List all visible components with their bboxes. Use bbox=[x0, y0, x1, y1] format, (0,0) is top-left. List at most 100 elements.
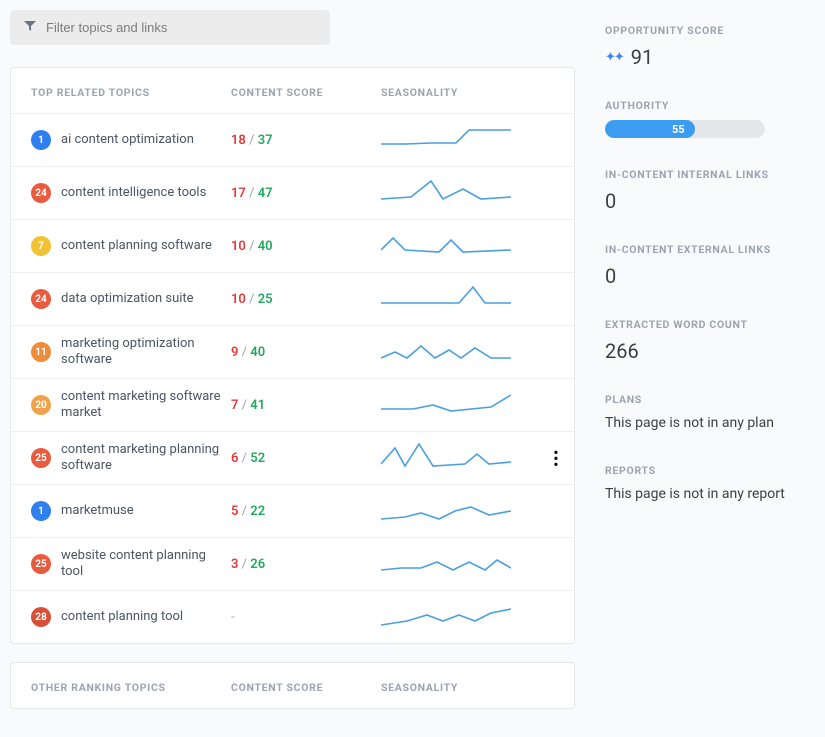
table-row[interactable]: 25 content marketing planning software 6… bbox=[11, 431, 574, 484]
content-score: 3 / 26 bbox=[231, 557, 381, 572]
table-row[interactable]: 25 website content planning tool 3 / 26 … bbox=[11, 537, 574, 590]
external-links-label: IN-CONTENT EXTERNAL LINKS bbox=[605, 243, 815, 256]
rank-badge: 1 bbox=[31, 501, 51, 521]
content-score-target: 52 bbox=[250, 451, 265, 466]
rank-badge: 25 bbox=[31, 448, 51, 468]
authority-fill: 55 bbox=[605, 120, 695, 138]
seasonality-sparkline bbox=[381, 493, 544, 529]
seasonality-sparkline bbox=[381, 281, 544, 317]
filter-icon bbox=[24, 21, 36, 34]
rank-badge: 24 bbox=[31, 183, 51, 203]
table-row[interactable]: 7 content planning software 10 / 40 ••• bbox=[11, 219, 574, 272]
opportunity-score-block: OPPORTUNITY SCORE ✦✦ 91 bbox=[605, 24, 815, 69]
col-topics: TOP RELATED TOPICS bbox=[31, 86, 231, 99]
opportunity-score-label: OPPORTUNITY SCORE bbox=[605, 24, 815, 37]
seasonality-sparkline bbox=[381, 440, 544, 476]
seasonality-sparkline bbox=[381, 175, 544, 211]
content-score-target: 37 bbox=[258, 133, 273, 148]
topic-name: ai content optimization bbox=[61, 132, 194, 148]
filter-bar[interactable] bbox=[10, 10, 330, 45]
authority-bar: 55 bbox=[605, 120, 765, 138]
content-score-current: 5 bbox=[231, 504, 238, 519]
reports-label: REPORTS bbox=[605, 464, 815, 477]
external-links-block: IN-CONTENT EXTERNAL LINKS 0 bbox=[605, 243, 815, 288]
topic-name: website content planning tool bbox=[61, 548, 231, 581]
content-score: 9 / 40 bbox=[231, 345, 381, 360]
rank-badge: 24 bbox=[31, 289, 51, 309]
col-seasonality: SEASONALITY bbox=[381, 681, 554, 694]
content-score-target: 40 bbox=[258, 239, 273, 254]
table-row[interactable]: 1 ai content optimization 18 / 37 ••• bbox=[11, 113, 574, 166]
plans-label: PLANS bbox=[605, 393, 815, 406]
plans-value: This page is not in any plan bbox=[605, 414, 815, 434]
opportunity-score-value: 91 bbox=[631, 45, 653, 69]
content-score-current: 6 bbox=[231, 451, 238, 466]
topic-name: content marketing software market bbox=[61, 389, 231, 422]
topic-name: content planning software bbox=[61, 238, 212, 254]
rank-badge: 11 bbox=[31, 342, 51, 362]
authority-block: AUTHORITY 55 bbox=[605, 99, 815, 138]
word-count-block: EXTRACTED WORD COUNT 266 bbox=[605, 318, 815, 363]
col-other-topics: OTHER RANKING TOPICS bbox=[31, 681, 231, 694]
top-related-topics-panel: TOP RELATED TOPICS CONTENT SCORE SEASONA… bbox=[10, 67, 575, 644]
topic-name: data optimization suite bbox=[61, 291, 194, 307]
rank-badge: 28 bbox=[31, 607, 51, 627]
table-row[interactable]: 1 marketmuse 5 / 22 ••• bbox=[11, 484, 574, 537]
internal-links-label: IN-CONTENT INTERNAL LINKS bbox=[605, 168, 815, 181]
content-score-current: - bbox=[231, 610, 235, 625]
table-row[interactable]: 28 content planning tool - ••• bbox=[11, 590, 574, 643]
rank-badge: 20 bbox=[31, 395, 51, 415]
topic-name: marketing optimization software bbox=[61, 336, 231, 369]
col-content-score: CONTENT SCORE bbox=[231, 86, 381, 99]
seasonality-sparkline bbox=[381, 387, 544, 423]
topic-name: content planning tool bbox=[61, 609, 183, 625]
topic-name: marketmuse bbox=[61, 503, 134, 519]
row-menu-button[interactable]: ••• bbox=[544, 449, 568, 468]
col-content-score: CONTENT SCORE bbox=[231, 681, 381, 694]
panel-header: OTHER RANKING TOPICS CONTENT SCORE SEASO… bbox=[11, 663, 574, 708]
rank-badge: 25 bbox=[31, 554, 51, 574]
col-seasonality: SEASONALITY bbox=[381, 86, 554, 99]
reports-value: This page is not in any report bbox=[605, 485, 815, 505]
topic-name: content intelligence tools bbox=[61, 185, 206, 201]
rank-badge: 1 bbox=[31, 130, 51, 150]
table-row[interactable]: 20 content marketing software market 7 /… bbox=[11, 378, 574, 431]
content-score-current: 3 bbox=[231, 557, 238, 572]
reports-block: REPORTS This page is not in any report bbox=[605, 464, 815, 505]
content-score: 17 / 47 bbox=[231, 186, 381, 201]
internal-links-block: IN-CONTENT INTERNAL LINKS 0 bbox=[605, 168, 815, 213]
authority-label: AUTHORITY bbox=[605, 99, 815, 112]
external-links-value: 0 bbox=[605, 264, 815, 288]
other-ranking-topics-panel: OTHER RANKING TOPICS CONTENT SCORE SEASO… bbox=[10, 662, 575, 709]
content-score: - bbox=[231, 610, 381, 625]
content-score-current: 18 bbox=[231, 133, 246, 148]
word-count-label: EXTRACTED WORD COUNT bbox=[605, 318, 815, 331]
authority-value: 55 bbox=[672, 123, 685, 136]
table-row[interactable]: 24 data optimization suite 10 / 25 ••• bbox=[11, 272, 574, 325]
content-score: 5 / 22 bbox=[231, 504, 381, 519]
content-score: 6 / 52 bbox=[231, 451, 381, 466]
content-score-current: 17 bbox=[231, 186, 246, 201]
internal-links-value: 0 bbox=[605, 189, 815, 213]
plans-block: PLANS This page is not in any plan bbox=[605, 393, 815, 434]
content-score-target: 26 bbox=[250, 557, 265, 572]
table-row[interactable]: 11 marketing optimization software 9 / 4… bbox=[11, 325, 574, 378]
rank-badge: 7 bbox=[31, 236, 51, 256]
table-row[interactable]: 24 content intelligence tools 17 / 47 ••… bbox=[11, 166, 574, 219]
content-score-target: 41 bbox=[250, 398, 265, 413]
seasonality-sparkline bbox=[381, 599, 544, 635]
topic-name: content marketing planning software bbox=[61, 442, 231, 475]
content-score-target: 40 bbox=[250, 345, 265, 360]
content-score: 10 / 40 bbox=[231, 239, 381, 254]
content-score-current: 10 bbox=[231, 292, 246, 307]
content-score-target: 47 bbox=[258, 186, 273, 201]
panel-header: TOP RELATED TOPICS CONTENT SCORE SEASONA… bbox=[11, 68, 574, 113]
content-score: 18 / 37 bbox=[231, 133, 381, 148]
content-score-current: 10 bbox=[231, 239, 246, 254]
seasonality-sparkline bbox=[381, 228, 544, 264]
filter-input[interactable] bbox=[46, 20, 316, 35]
seasonality-sparkline bbox=[381, 334, 544, 370]
content-score-current: 9 bbox=[231, 345, 238, 360]
content-score-target: 25 bbox=[258, 292, 273, 307]
seasonality-sparkline bbox=[381, 122, 544, 158]
